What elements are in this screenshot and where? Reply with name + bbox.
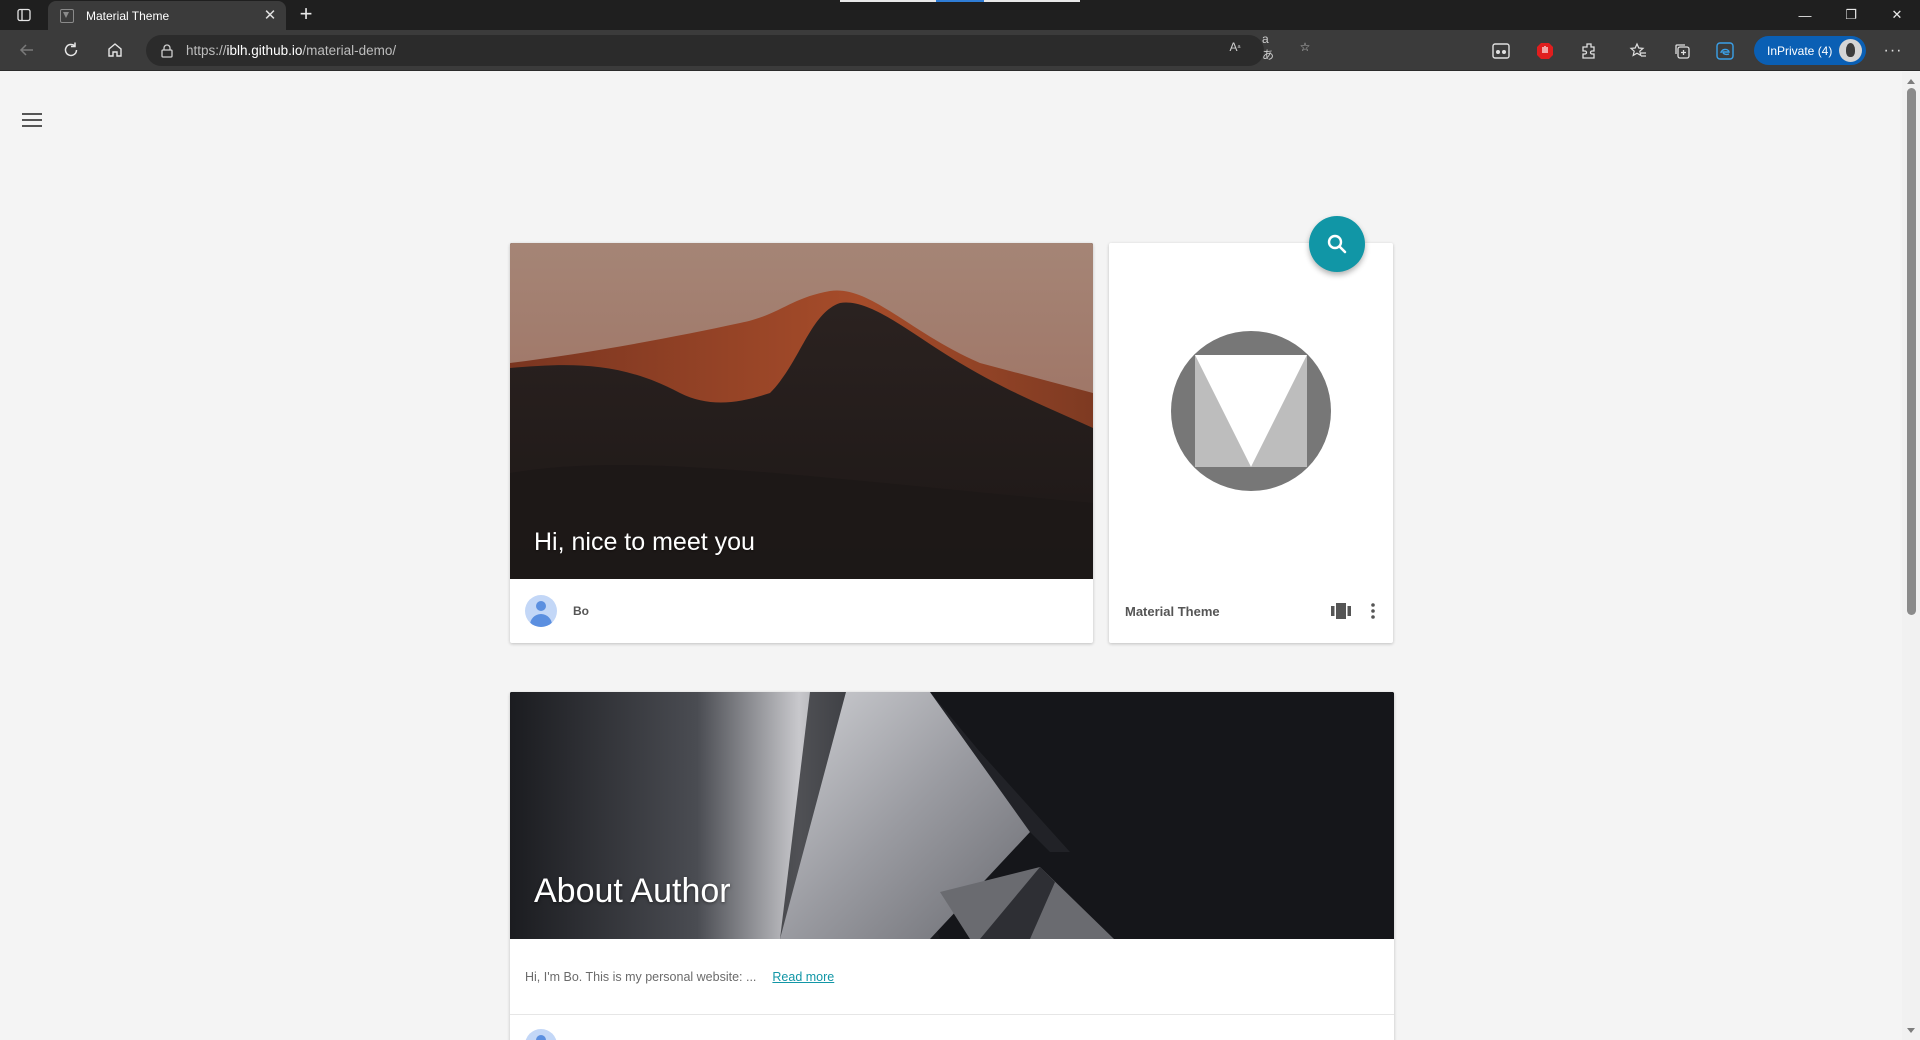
more-options-icon[interactable]: ··· <box>1882 40 1904 62</box>
restore-button[interactable]: ❐ <box>1828 0 1874 30</box>
search-icon <box>1327 234 1347 254</box>
home-button[interactable] <box>100 35 130 65</box>
lock-icon[interactable] <box>160 43 174 58</box>
add-favorite-icon[interactable]: ☆ <box>1296 38 1314 56</box>
tab-drag-indicator <box>840 0 1080 2</box>
search-fab-button[interactable] <box>1309 216 1365 272</box>
about-card-footer <box>510 1015 1394 1040</box>
hero-card[interactable]: Hi, nice to meet you Bo <box>510 243 1093 643</box>
inprivate-button[interactable]: InPrivate (4) <box>1754 36 1866 65</box>
scroll-down-arrow-icon[interactable] <box>1907 1028 1915 1033</box>
read-aloud-icon[interactable]: Aᵃ <box>1226 38 1244 56</box>
page-viewport: Hi, nice to meet you Bo Material Theme A… <box>0 72 1902 1040</box>
adblock-extension-icon[interactable] <box>1534 40 1556 62</box>
author-avatar-secondary[interactable] <box>525 1029 557 1040</box>
inprivate-label: InPrivate (4) <box>1767 43 1833 58</box>
close-window-button[interactable]: ✕ <box>1874 0 1920 30</box>
theme-logo-card[interactable]: Material Theme <box>1109 243 1393 643</box>
about-excerpt: Hi, I'm Bo. This is my personal website:… <box>525 969 757 984</box>
back-button[interactable] <box>12 35 42 65</box>
hero-heading: Hi, nice to meet you <box>534 528 755 556</box>
browser-tab-strip: Material Theme ✕ + — ❐ ✕ <box>0 0 1920 30</box>
author-name[interactable]: Bo <box>573 604 589 618</box>
desert-dune-image: Hi, nice to meet you <box>510 243 1093 579</box>
logo-card-footer: Material Theme <box>1109 579 1393 643</box>
profile-avatar <box>1839 39 1862 62</box>
about-author-card[interactable]: About Author Hi, I'm Bo. This is my pers… <box>510 692 1394 1040</box>
about-heading: About Author <box>534 872 731 910</box>
minimize-button[interactable]: — <box>1782 0 1828 30</box>
page-scrollbar[interactable] <box>1902 72 1920 1040</box>
extensions-icon[interactable] <box>1578 40 1600 62</box>
browser-tab-active[interactable]: Material Theme ✕ <box>48 1 286 30</box>
browser-toolbar: https://iblh.github.io/material-demo/ Aᵃ… <box>0 30 1920 71</box>
refresh-button[interactable] <box>56 35 86 65</box>
logo-card-title[interactable]: Material Theme <box>1125 604 1329 619</box>
scroll-up-arrow-icon[interactable] <box>1907 79 1915 84</box>
window-controls: — ❐ ✕ <box>1782 0 1920 30</box>
new-tab-button[interactable]: + <box>294 3 318 27</box>
hamburger-menu-icon[interactable] <box>20 110 44 130</box>
scroll-thumb[interactable] <box>1907 88 1916 615</box>
collections-icon[interactable] <box>1671 40 1693 62</box>
read-more-link[interactable]: Read more <box>772 970 834 984</box>
address-bar[interactable]: https://iblh.github.io/material-demo/ Aᵃ… <box>146 32 1310 66</box>
about-excerpt-row: Hi, I'm Bo. This is my personal website:… <box>510 939 1394 1015</box>
more-vert-icon[interactable] <box>1361 599 1385 623</box>
architecture-image: About Author <box>510 692 1394 939</box>
tab-actions-icon[interactable] <box>10 4 38 26</box>
edge-icon[interactable] <box>1714 40 1736 62</box>
immersive-reader-icon[interactable] <box>1490 40 1512 62</box>
url-text[interactable]: https://iblh.github.io/material-demo/ <box>186 43 396 58</box>
material-logo <box>1109 243 1393 579</box>
author-avatar[interactable] <box>525 595 557 627</box>
hero-card-footer: Bo <box>510 579 1093 643</box>
material-favicon-icon <box>60 8 74 23</box>
tab-close-icon[interactable]: ✕ <box>262 7 278 24</box>
favorites-icon[interactable] <box>1627 40 1649 62</box>
translate-icon[interactable]: aあ <box>1262 32 1280 62</box>
tab-title: Material Theme <box>86 8 170 23</box>
view-carousel-icon[interactable] <box>1329 599 1353 623</box>
